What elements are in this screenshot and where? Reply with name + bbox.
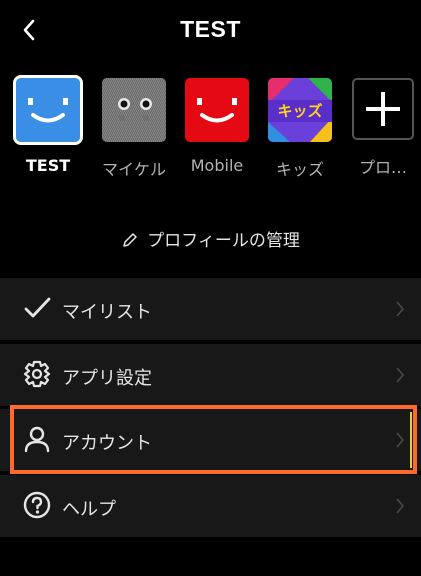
profile-name: プロ… [358,158,407,177]
menu-item-label: ヘルプ [62,499,116,520]
menu-item-label: アカウント [62,433,152,454]
menu-item-app-settings[interactable]: アプリ設定 [0,344,421,406]
help-icon [23,491,51,519]
menu-item-label: アプリ設定 [62,368,152,389]
profile-item-mobile[interactable]: Mobile [177,78,257,175]
manage-profiles-button[interactable]: プロフィールの管理 [0,226,421,251]
chevron-right-icon [396,367,405,383]
profile-name: キッズ [275,160,324,179]
profile-name: TEST [25,156,71,175]
chevron-right-icon [396,301,405,317]
pencil-icon [123,233,137,247]
chevron-right-icon [396,432,405,448]
kids-avatar: キッズ [268,78,332,142]
menu-item-label: マイリスト [62,302,152,323]
header: TEST [0,0,421,56]
person-icon [24,426,50,453]
manage-profiles-label: プロフィールの管理 [147,231,300,251]
profile-item-add[interactable]: プロ… [343,78,421,178]
add-profile-tile [352,78,414,140]
app-screen: TEST TEST マイケル Mobile キッズ キッズ プロ… プロフィール… [0,0,421,576]
kids-avatar-text: キッズ [277,102,323,120]
scroll-marker [410,412,412,468]
smiley-blue-avatar [13,75,83,145]
checkmark-icon [24,297,51,318]
page-title: TEST [180,16,241,42]
profile-item-kids[interactable]: キッズ キッズ [260,78,340,180]
smiley-red-avatar [185,78,249,142]
profile-name: マイケル [101,160,166,179]
profile-item-michael[interactable]: マイケル [94,78,174,180]
plus-icon [366,92,400,126]
profile-list: TEST マイケル Mobile キッズ キッズ プロ… [0,75,421,180]
menu-item-help[interactable]: ヘルプ [0,475,421,537]
chevron-right-icon [396,498,405,514]
fluffy-monster-avatar [102,78,166,142]
profile-name: Mobile [190,156,244,175]
menu-item-my-list[interactable]: マイリスト [0,278,421,340]
profile-item-test[interactable]: TEST [8,75,88,175]
menu-item-account[interactable]: アカウント [0,409,421,471]
gear-icon [23,360,51,388]
